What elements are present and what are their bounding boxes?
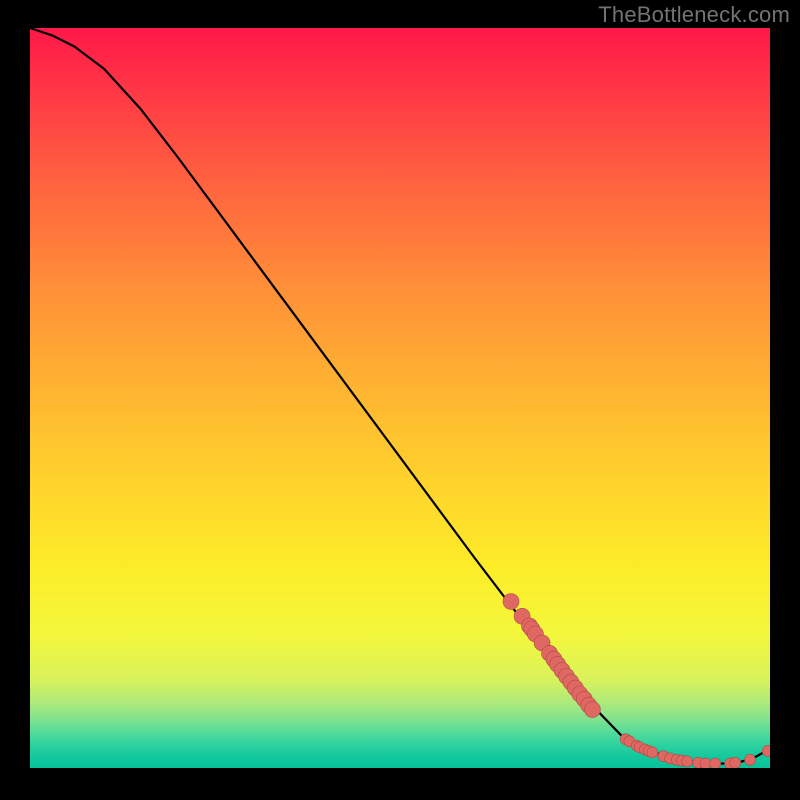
bottom-border xyxy=(0,768,800,800)
chart-frame: TheBottleneck.com xyxy=(0,0,800,800)
data-point xyxy=(730,757,741,768)
watermark-text: TheBottleneck.com xyxy=(598,2,790,28)
curve-layer xyxy=(30,28,766,764)
right-border xyxy=(770,0,800,800)
dots-layer xyxy=(503,594,773,770)
chart-overlay xyxy=(30,28,770,768)
plot-area xyxy=(30,28,770,768)
bottleneck-curve xyxy=(30,28,766,764)
data-point xyxy=(503,594,519,610)
data-point xyxy=(745,754,756,765)
left-border xyxy=(0,0,30,800)
data-point xyxy=(584,702,600,718)
data-point xyxy=(647,747,658,758)
data-point xyxy=(682,756,693,767)
